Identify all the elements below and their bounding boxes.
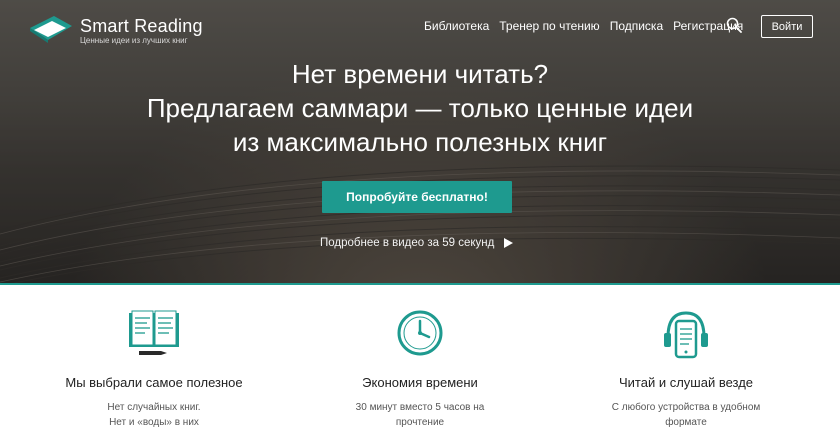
brand-name: Smart Reading bbox=[80, 16, 203, 36]
headline-line-1: Нет времени читать? bbox=[291, 59, 549, 89]
open-book-icon bbox=[129, 310, 179, 355]
features-section: Мы выбрали самое полезное Нет случайных … bbox=[0, 285, 840, 440]
login-button[interactable]: Войти bbox=[761, 15, 813, 38]
main-nav: Библиотека Тренер по чтению Подписка Рег… bbox=[424, 19, 753, 33]
headline-line-3: из максимально полезных книг bbox=[232, 127, 608, 157]
feature-title: Читай и слушай везде bbox=[618, 375, 754, 390]
top-navigation-bar: Smart Reading Ценные идеи из лучших книг… bbox=[0, 0, 840, 56]
book-logo-icon bbox=[30, 16, 72, 43]
brand-tagline: Ценные идеи из лучших книг bbox=[80, 36, 188, 45]
clock-icon bbox=[397, 310, 443, 356]
video-link-label: Подробнее в видео за 59 секунд bbox=[320, 237, 495, 249]
feature-description: С любого устройства в удобном формате bbox=[611, 402, 761, 428]
nav-item-subscription[interactable]: Подписка bbox=[610, 19, 663, 33]
brand-text: Smart Reading Ценные идеи из лучших книг bbox=[80, 16, 203, 46]
headline-line-2: Предлагаем саммари — только ценные идеи bbox=[146, 93, 694, 123]
try-free-button[interactable]: Попробуйте бесплатно! bbox=[322, 181, 512, 213]
nav-item-library[interactable]: Библиотека bbox=[424, 19, 489, 33]
feature-description: 30 минут вместо 5 часов на прочтение bbox=[355, 402, 485, 428]
feature-title: Мы выбрали самое полезное bbox=[65, 375, 243, 390]
play-icon bbox=[504, 238, 514, 248]
hero-section: Smart Reading Ценные идеи из лучших книг… bbox=[0, 0, 840, 284]
search-icon[interactable] bbox=[726, 17, 742, 33]
feature-description: Нет случайных книг. Нет и «воды» в них bbox=[107, 402, 201, 428]
hero-headline: Нет времени читать? Предлагаем саммари —… bbox=[0, 57, 840, 159]
video-link[interactable]: Подробнее в видео за 59 секунд bbox=[320, 237, 514, 249]
feature-title: Экономия времени bbox=[362, 375, 478, 390]
nav-item-reading-trainer[interactable]: Тренер по чтению bbox=[499, 19, 599, 33]
brand-logo[interactable]: Smart Reading Ценные идеи из лучших книг bbox=[28, 14, 203, 46]
phone-headphones-icon bbox=[664, 311, 708, 359]
